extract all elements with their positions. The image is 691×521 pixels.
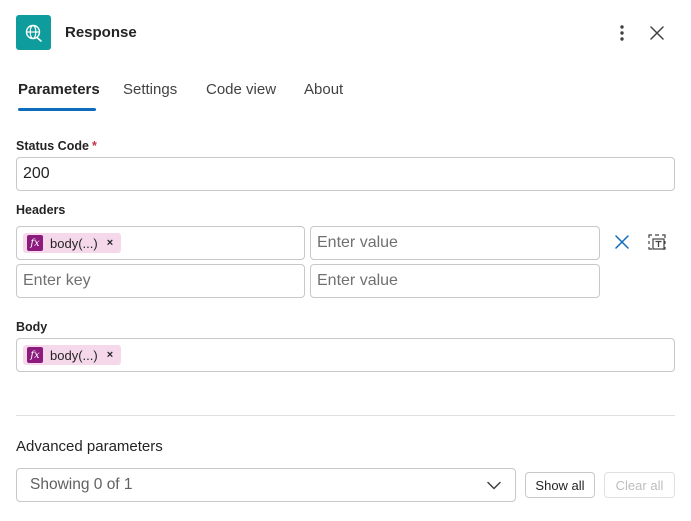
close-button[interactable] <box>646 22 668 44</box>
function-icon: fx <box>27 347 43 363</box>
delete-header-button[interactable] <box>612 232 632 252</box>
header-key-input-empty[interactable]: Enter key <box>16 264 305 298</box>
tab-code-view[interactable]: Code view <box>206 81 276 98</box>
close-icon <box>615 235 629 249</box>
status-code-input[interactable]: 200 <box>16 157 675 191</box>
show-all-button[interactable]: Show all <box>525 472 595 498</box>
remove-token-icon[interactable]: × <box>107 349 113 361</box>
header-value-input-empty[interactable]: Enter value <box>310 264 600 298</box>
globe-icon <box>25 24 42 42</box>
body-label: Body <box>16 320 48 334</box>
tab-settings[interactable]: Settings <box>123 81 177 98</box>
required-marker: * <box>91 139 97 153</box>
header-key-input[interactable]: fx body(...) × <box>16 226 305 260</box>
status-code-value: 200 <box>23 165 50 182</box>
section-divider <box>16 415 675 416</box>
headers-label: Headers <box>16 203 66 217</box>
active-tab-indicator <box>18 108 96 111</box>
header-value-input[interactable]: Enter value <box>310 226 600 260</box>
header-value-placeholder: Enter value <box>317 234 398 251</box>
text-mode-icon <box>648 234 666 250</box>
token-label: body(...) <box>50 347 98 363</box>
chevron-down-icon <box>487 481 501 489</box>
body-input[interactable]: fx body(...) × <box>16 338 675 372</box>
close-icon <box>650 26 664 40</box>
more-vertical-icon <box>620 25 624 41</box>
expression-token[interactable]: fx body(...) × <box>23 345 122 365</box>
tab-about[interactable]: About <box>304 81 343 98</box>
token-label: body(...) <box>50 235 98 251</box>
status-code-label: Status Code * <box>16 139 97 153</box>
more-options-button[interactable] <box>611 22 633 44</box>
advanced-parameters-label: Advanced parameters <box>16 438 163 455</box>
app-icon <box>16 15 51 50</box>
remove-token-icon[interactable]: × <box>107 237 113 249</box>
advanced-parameters-dropdown[interactable]: Showing 0 of 1 <box>16 468 516 502</box>
dropdown-value: Showing 0 of 1 <box>30 476 133 493</box>
tab-parameters[interactable]: Parameters <box>18 81 100 98</box>
page-title: Response <box>65 24 137 41</box>
expression-token[interactable]: fx body(...) × <box>23 233 122 253</box>
header-value-placeholder: Enter value <box>317 272 398 289</box>
function-icon: fx <box>27 235 43 251</box>
header-key-placeholder: Enter key <box>23 272 91 289</box>
status-code-label-text: Status Code <box>16 139 89 153</box>
clear-all-button[interactable]: Clear all <box>604 472 675 498</box>
switch-to-text-mode-button[interactable] <box>646 232 668 252</box>
